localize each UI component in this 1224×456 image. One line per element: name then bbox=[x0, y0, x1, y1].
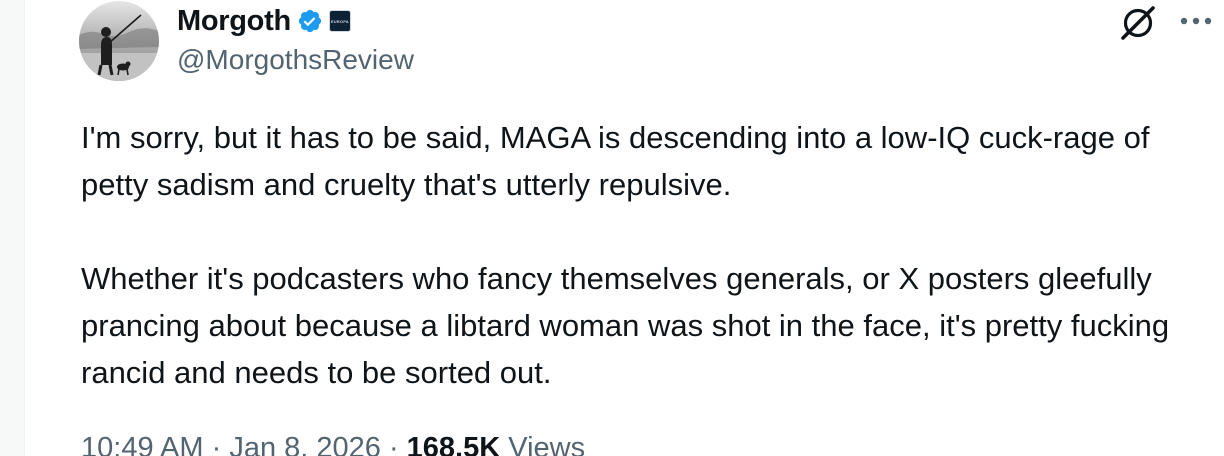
verified-badge-icon[interactable] bbox=[297, 8, 323, 34]
tweet-card: Morgoth EUROPA @MorgothsReview I'm sorry… bbox=[24, 0, 1224, 456]
affiliation-badge-text: EUROPA bbox=[330, 18, 349, 24]
affiliation-badge[interactable]: EUROPA bbox=[328, 10, 351, 32]
tweet-date[interactable]: Jan 8, 2026 bbox=[229, 432, 381, 456]
avatar[interactable] bbox=[79, 1, 159, 81]
display-name[interactable]: Morgoth bbox=[177, 5, 291, 38]
more-icon[interactable] bbox=[1175, 4, 1217, 38]
tweet-meta: 10:49 AM · Jan 8, 2026 · 168.5K Views bbox=[81, 432, 585, 456]
tweet-paragraph: I'm sorry, but it has to be said, MAGA i… bbox=[81, 120, 1150, 202]
meta-separator: · bbox=[380, 432, 407, 456]
author-name-row: Morgoth EUROPA bbox=[177, 2, 351, 40]
author-handle[interactable]: @MorgothsReview bbox=[177, 44, 414, 76]
tweet-time[interactable]: 10:49 AM bbox=[81, 432, 204, 456]
views-label: Views bbox=[500, 432, 586, 456]
grok-icon[interactable] bbox=[1117, 2, 1159, 44]
meta-separator: · bbox=[203, 432, 230, 456]
tweet-paragraph: Whether it's podcasters who fancy themse… bbox=[81, 261, 1170, 390]
tweet-text: I'm sorry, but it has to be said, MAGA i… bbox=[81, 114, 1201, 396]
views-count[interactable]: 168.5K bbox=[407, 432, 501, 456]
avatar-image bbox=[79, 1, 159, 81]
